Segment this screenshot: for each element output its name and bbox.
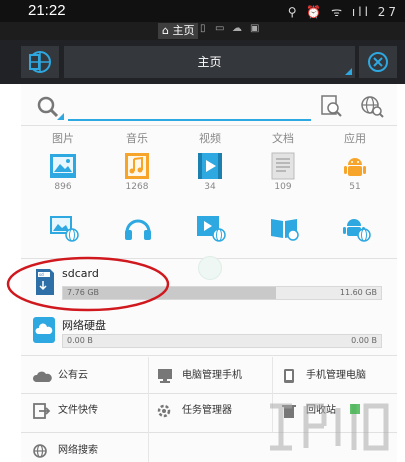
highlight-ring — [6, 256, 170, 312]
video-icon[interactable] — [195, 151, 225, 181]
category-count-video: 34 — [204, 182, 216, 192]
path-title-button[interactable]: 主页 — [64, 46, 355, 78]
category-label-documents: 文档 — [272, 132, 294, 145]
music-icon[interactable] — [122, 151, 152, 181]
tool-pc-manage-phone[interactable]: 电脑管理手机 — [156, 366, 271, 386]
web-search-globe-icon[interactable] — [358, 93, 386, 119]
phone-tab-icon[interactable]: ▯ — [200, 23, 206, 34]
status-time: 21:22 — [28, 2, 66, 19]
category-count-images: 896 — [54, 182, 72, 192]
close-icon — [368, 52, 388, 72]
task-manager-icon — [157, 404, 171, 418]
cloud-disk-total: 0.00 B — [351, 336, 377, 345]
phone-manage-pc-icon — [284, 369, 294, 383]
category-label-music: 音乐 — [126, 132, 148, 145]
tool-web-search[interactable]: 网络搜索 — [32, 441, 152, 461]
image-network-icon[interactable] — [48, 214, 80, 242]
headphones-icon[interactable] — [122, 214, 154, 242]
file-transfer-icon — [33, 403, 51, 419]
cloud-disk-icon[interactable] — [32, 316, 56, 344]
divider — [21, 393, 397, 394]
category-label-images: 图片 — [52, 132, 74, 145]
tool-file-transfer[interactable]: 文件快传 — [32, 401, 142, 421]
status-icons: ⚲ ⏰ ᯤ ıll 27 — [287, 5, 399, 19]
video-network-icon[interactable] — [195, 214, 227, 242]
window-switch-button[interactable] — [21, 46, 59, 78]
pc-manage-phone-icon — [158, 369, 172, 383]
window-grid-icon — [29, 51, 51, 73]
divider — [21, 125, 397, 126]
watermark-logo — [270, 403, 389, 451]
category-label-apps: 应用 — [344, 132, 366, 145]
loading-indicator — [198, 256, 222, 280]
window-tab-strip: ⌂ 主页 ▯ ▭ ☁ ▣ — [0, 22, 405, 40]
storage-total: 11.60 GB — [339, 288, 377, 297]
category-count-documents: 109 — [274, 182, 292, 192]
search-icon[interactable] — [34, 93, 66, 121]
android-network-icon[interactable] — [340, 214, 372, 242]
tool-public-cloud[interactable]: 公有云 — [32, 366, 142, 386]
category-count-music: 1268 — [125, 182, 149, 192]
cloud-icon — [32, 371, 52, 382]
cloud-disk-used: 0.00 B — [67, 336, 93, 345]
divider — [21, 355, 397, 356]
image-tab-icon[interactable]: ▣ — [250, 23, 259, 34]
document-icon[interactable] — [268, 151, 298, 181]
tool-task-manager[interactable]: 任务管理器 — [156, 401, 271, 421]
web-search-icon — [33, 444, 47, 458]
category-label-video: 视频 — [199, 132, 221, 145]
tab-home[interactable]: ⌂ 主页 — [158, 23, 199, 39]
local-search-icon[interactable] — [318, 93, 346, 119]
cloud-tab-icon[interactable]: ☁ — [232, 23, 242, 34]
book-icon[interactable] — [268, 214, 300, 242]
search-input[interactable] — [68, 89, 311, 121]
home-tab-icon: ⌂ — [162, 24, 169, 37]
android-icon[interactable] — [340, 151, 370, 181]
image-icon[interactable] — [48, 151, 78, 181]
tab-home-label: 主页 — [172, 24, 195, 37]
folder-tab-icon[interactable]: ▭ — [215, 23, 224, 34]
tool-phone-manage-pc[interactable]: 手机管理电脑 — [280, 366, 395, 386]
dropdown-corner-icon — [345, 68, 352, 75]
close-button[interactable] — [359, 46, 397, 78]
divider — [148, 357, 149, 462]
cloud-disk-name[interactable]: 网络硬盘 — [62, 317, 106, 333]
cloud-disk-usage-bar: 0.00 B 0.00 B — [62, 334, 382, 348]
category-count-apps: 51 — [349, 182, 361, 192]
page-title: 主页 — [197, 55, 222, 69]
status-bar: 21:22 ⚲ ⏰ ᯤ ıll 27 — [0, 0, 405, 22]
